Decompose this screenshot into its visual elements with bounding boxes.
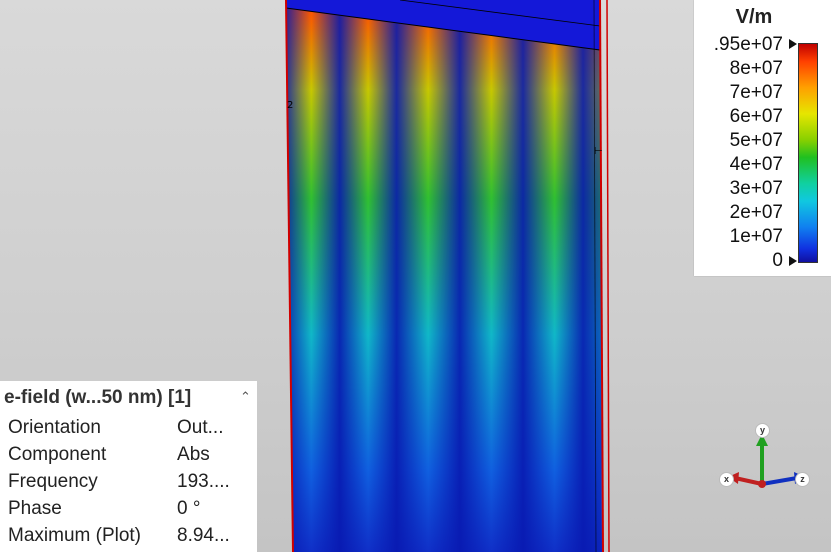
row-value: 193.... [177, 470, 230, 492]
port-marker: ⊢ [594, 146, 603, 157]
row-value: Out... [177, 416, 224, 438]
y-axis-label: y [755, 423, 770, 438]
plot-info-panel: e-field (w...50 nm) [1] ⌃ Orientation Out… [0, 381, 257, 552]
table-row: Phase 0 ° [2, 495, 236, 522]
table-row: Orientation Out... [2, 414, 236, 441]
legend-tick: 4e+07 [729, 154, 783, 175]
row-label: Orientation [8, 416, 101, 438]
min-arrow-icon[interactable] [789, 256, 797, 266]
legend-tick: 6e+07 [729, 106, 783, 127]
row-value: 0 ° [177, 497, 201, 519]
row-label: Phase [8, 497, 62, 519]
x-axis-label: x [719, 472, 734, 487]
legend-tick: 5e+07 [729, 130, 783, 151]
table-row: Maximum (Plot) 8.94... [2, 522, 236, 549]
table-row: Frequency 193.... [2, 468, 236, 495]
legend-tick: 1e+07 [729, 226, 783, 247]
axes-triad[interactable]: y x z [715, 420, 815, 500]
colorbar [798, 43, 818, 263]
right-boundary-outer [606, 0, 610, 552]
row-label: Frequency [8, 470, 98, 492]
table-row: Component Abs [2, 441, 236, 468]
row-value: 8.94... [177, 524, 230, 546]
max-arrow-icon[interactable] [789, 39, 797, 49]
field-null-bands [286, 8, 602, 552]
port-label: 2 [287, 100, 294, 111]
collapse-chevron-icon[interactable]: ⌃ [240, 389, 251, 405]
legend-unit: V/m [735, 6, 773, 28]
row-label: Component [8, 443, 107, 465]
z-axis-label: z [795, 472, 810, 487]
legend-tick: 8e+07 [729, 58, 783, 79]
legend-tick: 0 [772, 250, 783, 271]
legend-tick: 3e+07 [729, 178, 783, 199]
row-value: Abs [177, 443, 210, 465]
legend-tick: .95e+07 [713, 34, 783, 55]
legend-tick: 2e+07 [729, 202, 783, 223]
row-label: Maximum (Plot) [8, 524, 142, 546]
info-table: Orientation Out... Component Abs Frequency… [2, 414, 236, 549]
legend-tick: 7e+07 [729, 82, 783, 103]
panel-title: e-field (w...50 nm) [1] [4, 387, 192, 408]
color-legend: V/m .95e+07 8e+07 7e+07 6e+07 5e+07 4e+0… [694, 0, 831, 276]
